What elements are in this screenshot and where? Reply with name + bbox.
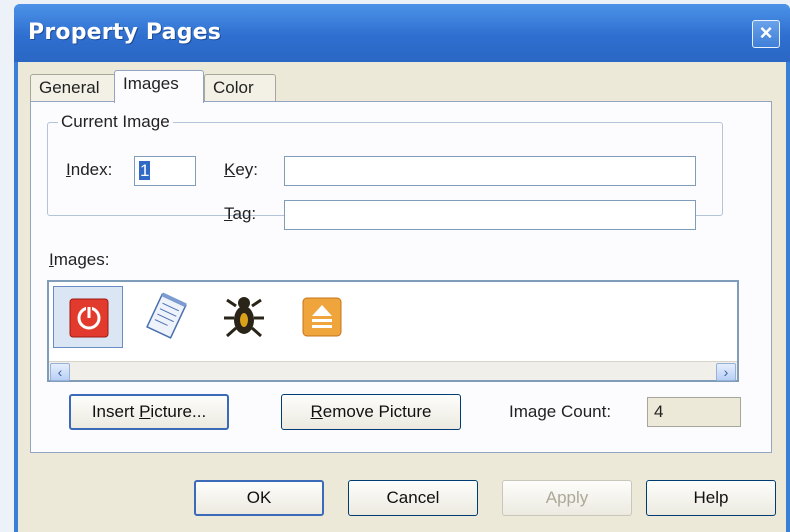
image-count-value: 4 — [654, 402, 664, 421]
help-button[interactable]: Help — [646, 480, 776, 516]
property-pages-window: Property Pages × General Images Color Cu… — [14, 4, 790, 532]
index-value: 1 — [139, 161, 151, 180]
image-list-item[interactable] — [53, 286, 123, 348]
window-title: Property Pages — [28, 20, 222, 45]
tab-images[interactable]: Images — [114, 70, 204, 103]
key-label: Key: — [224, 160, 259, 179]
key-field[interactable] — [284, 156, 696, 186]
index-label: Index: — [66, 160, 113, 179]
tab-general-label: General — [39, 78, 100, 97]
tab-color-label: Color — [213, 78, 254, 97]
image-list[interactable]: ‹ › — [47, 280, 739, 382]
bug-icon — [224, 297, 264, 338]
chevron-right-icon: › — [723, 364, 729, 380]
tag-field[interactable] — [284, 200, 696, 230]
title-bar[interactable]: Property Pages × — [14, 4, 790, 62]
tab-color[interactable]: Color — [204, 74, 276, 101]
close-button[interactable]: × — [752, 20, 780, 48]
insert-picture-button[interactable]: Insert Picture... — [69, 394, 229, 430]
image-list-item[interactable] — [131, 286, 201, 348]
current-image-legend: Current Image — [61, 112, 170, 131]
remove-picture-button[interactable]: Remove Picture — [281, 394, 461, 430]
current-image-group: Current Image Index: 1 Key: Tag: — [47, 112, 723, 230]
cancel-button[interactable]: Cancel — [348, 480, 478, 516]
index-field[interactable]: 1 — [134, 156, 196, 186]
image-list-scrollbar[interactable]: ‹ › — [49, 361, 737, 381]
image-list-item[interactable] — [209, 286, 279, 348]
image-count-field: 4 — [647, 397, 741, 427]
close-icon: × — [759, 20, 773, 45]
dialog-client-area: General Images Color Current Image Index… — [18, 62, 786, 532]
ok-button[interactable]: OK — [194, 480, 324, 516]
power-icon — [69, 298, 109, 338]
image-count-label: Image Count: — [509, 402, 612, 421]
images-label: Images: — [49, 250, 110, 269]
eject-icon — [302, 297, 342, 337]
image-list-item[interactable] — [287, 286, 357, 348]
scroll-left-button[interactable]: ‹ — [50, 363, 70, 381]
tag-label: Tag: — [224, 204, 257, 223]
notepad-icon — [146, 292, 187, 339]
images-tab-panel: Current Image Index: 1 Key: Tag: Images: — [30, 101, 772, 453]
scroll-right-button[interactable]: › — [716, 363, 736, 381]
tab-general[interactable]: General — [30, 74, 116, 101]
apply-button[interactable]: Apply — [502, 480, 632, 516]
chevron-left-icon: ‹ — [57, 364, 63, 380]
tab-images-label: Images — [123, 74, 179, 93]
